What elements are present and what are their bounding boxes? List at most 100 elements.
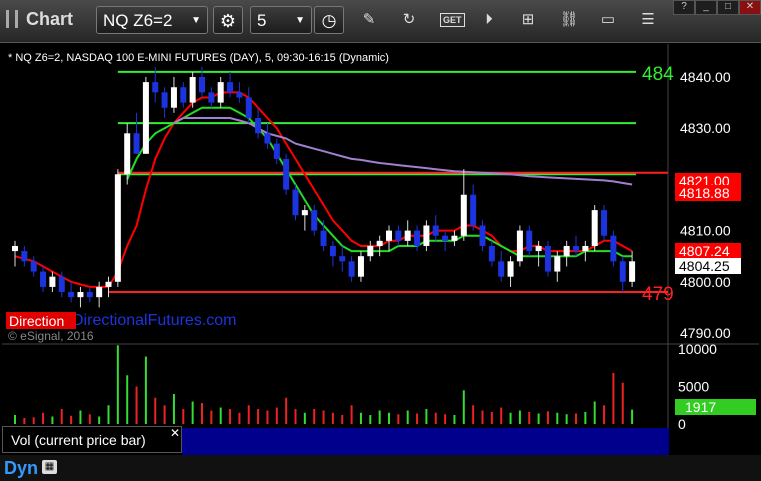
- dynamic-label[interactable]: Dyn: [4, 458, 38, 479]
- volume-bar: [472, 405, 475, 424]
- volume-bar: [509, 412, 512, 424]
- volume-bar: [88, 414, 91, 424]
- watermark: DirectionalFutures.com: [72, 312, 237, 329]
- volume-bar: [341, 415, 344, 424]
- clock-icon: ◷: [321, 11, 337, 30]
- volume-bar: [593, 401, 596, 424]
- volume-bar: [453, 415, 456, 424]
- chevron-down-icon: ▼: [295, 15, 305, 26]
- volume-bar: [369, 415, 372, 424]
- volume-bar: [144, 356, 147, 424]
- volume-bar: [266, 410, 269, 424]
- help-button[interactable]: ?: [673, 0, 695, 15]
- volume-bar: [219, 407, 222, 424]
- candle: [591, 205, 598, 252]
- volume-bar: [32, 417, 35, 424]
- volume-bar: [79, 410, 82, 424]
- volume-tick-label: 0: [678, 416, 686, 432]
- price-tick-label: 4800.00: [680, 274, 731, 290]
- minimize-button[interactable]: _: [695, 0, 717, 15]
- close-icon[interactable]: ✕: [170, 426, 180, 440]
- volume-bar: [575, 413, 577, 424]
- volume-bar: [462, 390, 465, 424]
- volume-bar: [126, 375, 129, 424]
- price-badge-label: 4804.25: [679, 258, 730, 274]
- volume-bar: [154, 397, 157, 424]
- volume-bar: [350, 405, 353, 424]
- top-level-label: 484: [642, 64, 674, 85]
- volume-bar: [51, 416, 54, 424]
- volume-bar: [135, 386, 138, 424]
- menu-icon[interactable]: ☰: [636, 9, 660, 31]
- volume-bar: [406, 410, 409, 424]
- volume-bar: [285, 397, 288, 424]
- draw-pencil-icon[interactable]: ✎: [357, 9, 381, 31]
- price-chart[interactable]: * NQ Z6=2, NASDAQ 100 E-MINI FUTURES (DA…: [2, 44, 759, 481]
- volume-bar: [163, 405, 166, 424]
- candle: [544, 240, 551, 277]
- interval-value: 5: [257, 11, 267, 30]
- volume-bar: [275, 407, 278, 424]
- volume-bar: [565, 414, 568, 424]
- volume-bar: [201, 403, 203, 424]
- volume-bar: [42, 412, 45, 424]
- volume-bar: [331, 412, 334, 424]
- vol-panel-label[interactable]: Vol (current price bar): [2, 426, 182, 453]
- volume-bar: [416, 413, 419, 424]
- price-badge-label: 4807.24: [679, 243, 730, 259]
- play-icon[interactable]: ⏵: [477, 9, 501, 31]
- volume-bar: [378, 410, 381, 424]
- volume-bar: [294, 409, 297, 424]
- link-icon[interactable]: ⛓: [557, 9, 581, 31]
- chat-icon[interactable]: ▭: [596, 9, 620, 31]
- volume-bar: [546, 411, 549, 424]
- volume-bar: [303, 412, 306, 424]
- candle: [516, 225, 523, 267]
- layers-icon[interactable]: ⊞: [516, 9, 540, 31]
- volume-bar: [528, 412, 531, 424]
- candle: [142, 77, 149, 154]
- brand-label: Direction: [9, 313, 64, 329]
- volume-bar: [116, 345, 119, 424]
- volume-bar: [257, 409, 260, 424]
- refresh-icon[interactable]: ↻: [397, 9, 421, 31]
- interval-clock-button[interactable]: ◷: [314, 6, 344, 34]
- chart-toolbar: Chart NQ Z6=2 ▼ ⚙ 5 ▼ ◷ ✎ ↻ GET ⏵ ⊞ ⛓ ▭ …: [0, 0, 761, 43]
- vol-panel-band: [182, 428, 669, 455]
- volume-bar: [481, 410, 484, 424]
- volume-bar: [14, 415, 16, 424]
- volume-bar: [191, 401, 194, 424]
- volume-bar: [388, 412, 390, 424]
- volume-bar: [182, 409, 185, 424]
- chart-window: Chart NQ Z6=2 ▼ ⚙ 5 ▼ ◷ ✎ ↻ GET ⏵ ⊞ ⛓ ▭ …: [0, 0, 761, 481]
- volume-bar: [518, 410, 521, 424]
- bottom-level-label: 479: [642, 284, 674, 305]
- app-title: Chart: [26, 9, 74, 29]
- volume-bar: [210, 410, 213, 424]
- price-tick-label: 4840.00: [680, 69, 731, 85]
- candle: [283, 153, 290, 195]
- volume-bar: [23, 418, 26, 424]
- volume-bar: [107, 405, 110, 424]
- close-button[interactable]: ✕: [739, 0, 761, 15]
- volume-bar: [434, 412, 437, 424]
- volume-bar: [444, 414, 447, 424]
- volume-badge-label: 1917: [685, 399, 716, 415]
- candle: [601, 205, 608, 241]
- window-grip-icon[interactable]: [6, 10, 18, 28]
- calendar-icon[interactable]: ▦: [42, 460, 57, 474]
- volume-bar: [60, 409, 63, 424]
- volume-bar: [229, 409, 232, 424]
- volume-tick-label: 5000: [678, 379, 709, 395]
- vol-panel-title: Vol (current price bar): [11, 432, 146, 448]
- interval-selector[interactable]: 5 ▼: [250, 6, 312, 34]
- symbol-settings-button[interactable]: ⚙: [213, 6, 243, 34]
- candle: [292, 184, 299, 221]
- price-badge-label: 4818.88: [679, 185, 730, 201]
- trade-ticket-icon[interactable]: GET: [440, 9, 465, 31]
- volume-bar: [172, 394, 175, 424]
- volume-bar: [621, 382, 624, 424]
- maximize-button[interactable]: □: [717, 0, 739, 15]
- volume-bar: [359, 412, 362, 424]
- symbol-selector[interactable]: NQ Z6=2 ▼: [96, 6, 208, 34]
